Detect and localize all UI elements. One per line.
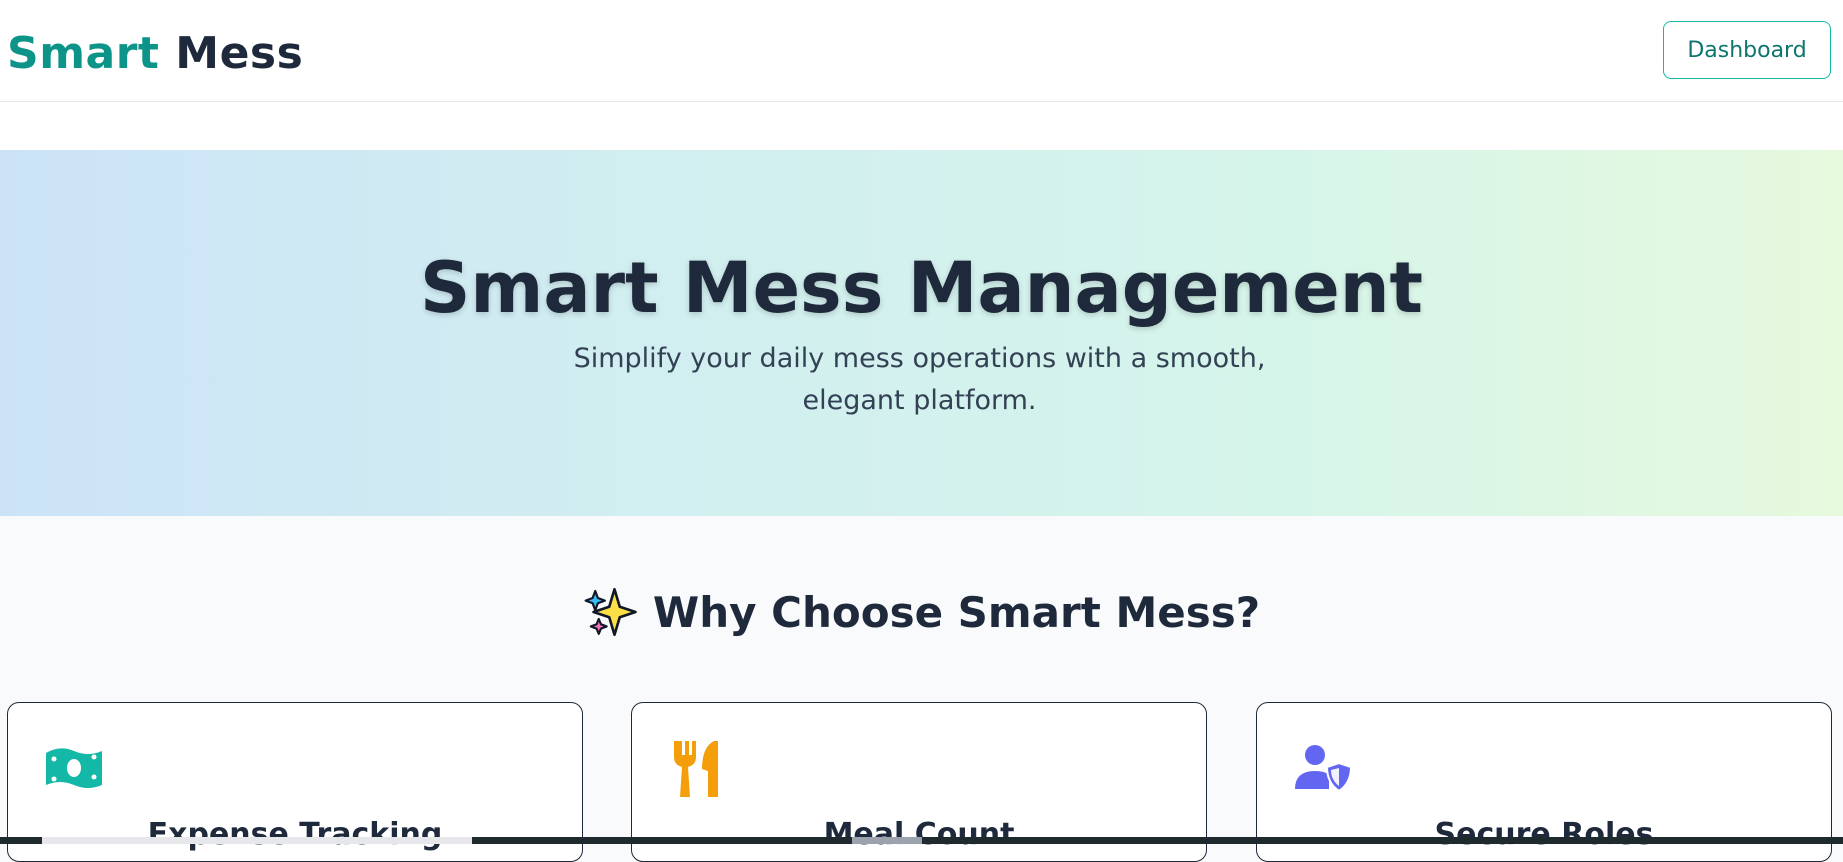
horizontal-scrollbar[interactable] (0, 837, 1843, 844)
hero-title: Smart Mess Management (419, 247, 1424, 329)
money-bill-icon (46, 748, 102, 788)
utensils-icon (674, 741, 718, 797)
card-title: Meal Count (823, 817, 1015, 852)
card-title: Expense Tracking (147, 817, 443, 852)
features-heading: Why Choose Smart Mess? (0, 585, 1843, 641)
navbar: Smart Mess Dashboard (0, 0, 1843, 102)
dashboard-button[interactable]: Dashboard (1663, 21, 1831, 79)
spacer (0, 102, 1843, 150)
logo-smart: Smart (7, 28, 160, 79)
features-heading-text: Why Choose Smart Mess? (652, 588, 1261, 637)
logo[interactable]: Smart Mess (7, 28, 303, 80)
hero-subtitle: Simplify your daily mess operations with… (573, 343, 1266, 416)
user-shield-icon (1295, 745, 1353, 793)
logo-mess: Mess (175, 28, 304, 79)
scrollbar-track-segment (42, 837, 472, 844)
hero-section: Smart Mess Management Simplify your dail… (0, 150, 1843, 516)
scrollbar-thumb[interactable] (852, 837, 922, 844)
sparkles-icon (584, 587, 637, 636)
card-title: Secure Roles (1434, 817, 1654, 852)
